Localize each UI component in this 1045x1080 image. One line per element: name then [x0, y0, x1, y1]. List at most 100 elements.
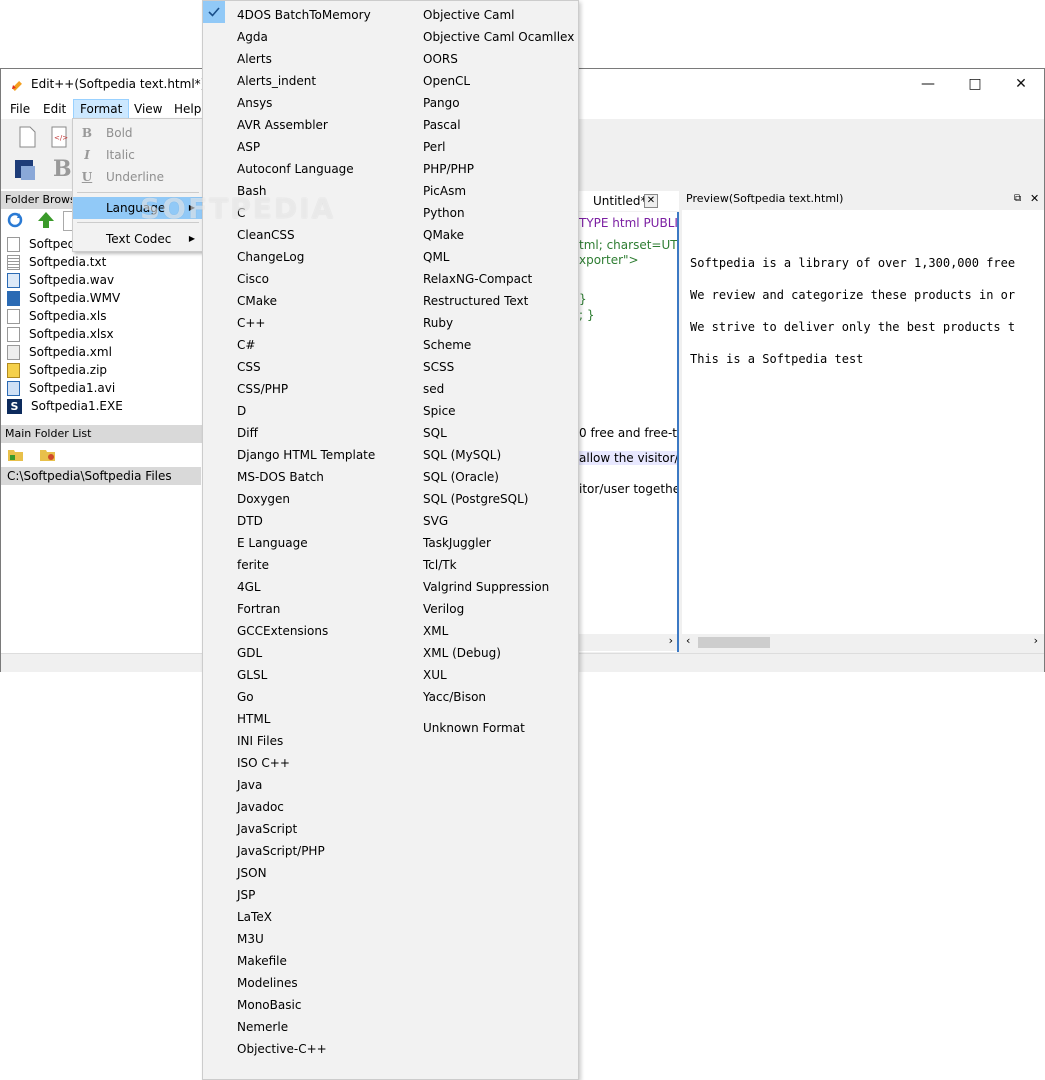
- file-row[interactable]: Softpedia.xml: [7, 343, 112, 361]
- lang-item-pango[interactable]: Pango: [423, 92, 460, 114]
- lang-item-asp[interactable]: ASP: [237, 136, 260, 158]
- lang-item-javascript-php[interactable]: JavaScript/PHP: [237, 840, 325, 862]
- lang-item-alerts[interactable]: Alerts: [237, 48, 272, 70]
- lang-item-latex[interactable]: LaTeX: [237, 906, 272, 928]
- lang-item-dtd[interactable]: DTD: [237, 510, 263, 532]
- lang-item-xml-debug-[interactable]: XML (Debug): [423, 642, 501, 664]
- lang-item-ansys[interactable]: Ansys: [237, 92, 272, 114]
- lang-item-cmake[interactable]: CMake: [237, 290, 277, 312]
- lang-item-verilog[interactable]: Verilog: [423, 598, 464, 620]
- lang-item-4gl[interactable]: 4GL: [237, 576, 261, 598]
- lang-item-css[interactable]: CSS: [237, 356, 261, 378]
- close-panel-icon[interactable]: ✕: [1030, 189, 1039, 209]
- lang-item-fortran[interactable]: Fortran: [237, 598, 280, 620]
- file-row[interactable]: Softpedia.xlsx: [7, 325, 114, 343]
- lang-item-scheme[interactable]: Scheme: [423, 334, 471, 356]
- scroll-thumb[interactable]: [698, 637, 770, 648]
- lang-item-e-language[interactable]: E Language: [237, 532, 308, 554]
- lang-item-json[interactable]: JSON: [237, 862, 267, 884]
- lang-item-qmake[interactable]: QMake: [423, 224, 464, 246]
- lang-item-php-php[interactable]: PHP/PHP: [423, 158, 474, 180]
- up-arrow-icon[interactable]: [37, 211, 55, 229]
- minimize-button[interactable]: —: [905, 69, 951, 99]
- menu-item-bold[interactable]: B Bold: [73, 122, 203, 144]
- scroll-left-icon[interactable]: ‹: [686, 634, 690, 647]
- new-file-icon[interactable]: [15, 125, 39, 149]
- lang-item-glsl[interactable]: GLSL: [237, 664, 267, 686]
- close-button[interactable]: ✕: [998, 69, 1044, 99]
- file-row[interactable]: Softpedia.txt: [7, 253, 106, 271]
- file-row[interactable]: S Softpedia1.EXE: [7, 397, 123, 415]
- file-row[interactable]: Softpedia.wav: [7, 271, 114, 289]
- lang-item-jsp[interactable]: JSP: [237, 884, 255, 906]
- lang-item-python[interactable]: Python: [423, 202, 465, 224]
- lang-item-scss[interactable]: SCSS: [423, 356, 454, 378]
- lang-item-sql-mysql-[interactable]: SQL (MySQL): [423, 444, 501, 466]
- lang-item-agda[interactable]: Agda: [237, 26, 268, 48]
- lang-item-diff[interactable]: Diff: [237, 422, 258, 444]
- html-file-icon[interactable]: </>: [47, 125, 71, 149]
- menu-view[interactable]: View: [128, 99, 168, 119]
- lang-item-django-html-template[interactable]: Django HTML Template: [237, 444, 375, 466]
- lang-item-objective-caml[interactable]: Objective Caml: [423, 4, 514, 26]
- lang-item-autoconf-language[interactable]: Autoconf Language: [237, 158, 354, 180]
- file-row[interactable]: Softpedia.WMV: [7, 289, 120, 307]
- lang-item-iso-c-[interactable]: ISO C++: [237, 752, 290, 774]
- lang-item-4dos-batchtomemory[interactable]: 4DOS BatchToMemory: [237, 4, 371, 26]
- menu-format[interactable]: Format: [73, 99, 130, 119]
- bold-toolbar-icon[interactable]: B: [53, 156, 72, 182]
- lang-item-java[interactable]: Java: [237, 774, 262, 796]
- lang-item-gdl[interactable]: GDL: [237, 642, 262, 664]
- lang-item-d[interactable]: D: [237, 400, 246, 422]
- lang-item-javadoc[interactable]: Javadoc: [237, 796, 284, 818]
- lang-item-makefile[interactable]: Makefile: [237, 950, 287, 972]
- lang-item-oors[interactable]: OORS: [423, 48, 458, 70]
- lang-item-cisco[interactable]: Cisco: [237, 268, 269, 290]
- lang-item-objective-caml-ocamllex[interactable]: Objective Caml Ocamllex: [423, 26, 574, 48]
- file-row[interactable]: Softpedia.zip: [7, 361, 107, 379]
- scroll-right-icon[interactable]: ›: [1034, 634, 1038, 647]
- maximize-button[interactable]: □: [952, 69, 998, 99]
- lang-item-valgrind-suppression[interactable]: Valgrind Suppression: [423, 576, 549, 598]
- lang-item-unknown-format[interactable]: Unknown Format: [423, 717, 525, 739]
- refresh-icon[interactable]: [7, 212, 23, 228]
- restore-panel-icon[interactable]: ⧉: [1014, 189, 1021, 209]
- lang-item-tcl-tk[interactable]: Tcl/Tk: [423, 554, 457, 576]
- lang-item-xul[interactable]: XUL: [423, 664, 447, 686]
- lang-item-qml[interactable]: QML: [423, 246, 449, 268]
- lang-item-objective-c-[interactable]: Objective-C++: [237, 1038, 327, 1060]
- lang-item-doxygen[interactable]: Doxygen: [237, 488, 290, 510]
- lang-item-perl[interactable]: Perl: [423, 136, 445, 158]
- color-icon[interactable]: [13, 158, 37, 182]
- folder-path[interactable]: C:\Softpedia\Softpedia Files: [1, 467, 201, 485]
- lang-item-restructured-text[interactable]: Restructured Text: [423, 290, 528, 312]
- lang-item-svg[interactable]: SVG: [423, 510, 448, 532]
- menu-item-underline[interactable]: U Underline: [73, 166, 203, 188]
- menu-file[interactable]: File: [4, 99, 36, 119]
- file-row[interactable]: Softpedia.xls: [7, 307, 106, 325]
- menu-item-italic[interactable]: I Italic: [73, 144, 203, 166]
- lang-item-c-[interactable]: C#: [237, 334, 255, 356]
- delete-folder-icon[interactable]: [39, 446, 57, 462]
- preview-scrollbar[interactable]: ‹ ›: [682, 634, 1044, 651]
- lang-item-sql-oracle-[interactable]: SQL (Oracle): [423, 466, 499, 488]
- lang-item-ferite[interactable]: ferite: [237, 554, 269, 576]
- lang-item-css-php[interactable]: CSS/PHP: [237, 378, 288, 400]
- lang-item-opencl[interactable]: OpenCL: [423, 70, 470, 92]
- lang-item-m3u[interactable]: M3U: [237, 928, 264, 950]
- code-editor[interactable]: TYPE html PUBLIC tml; charset=UTF xporte…: [579, 212, 679, 652]
- menu-item-text-codec[interactable]: Text Codec ▶: [73, 228, 203, 250]
- lang-item-sed[interactable]: sed: [423, 378, 444, 400]
- lang-item-picasm[interactable]: PicAsm: [423, 180, 466, 202]
- editor-scrollbar[interactable]: ›: [579, 634, 677, 651]
- lang-item-relaxng-compact[interactable]: RelaxNG-Compact: [423, 268, 532, 290]
- lang-item-monobasic[interactable]: MonoBasic: [237, 994, 301, 1016]
- file-row[interactable]: Softpedia1.avi: [7, 379, 115, 397]
- lang-item-gccextensions[interactable]: GCCExtensions: [237, 620, 328, 642]
- lang-item-changelog[interactable]: ChangeLog: [237, 246, 304, 268]
- lang-item-taskjuggler[interactable]: TaskJuggler: [423, 532, 491, 554]
- lang-item-c-[interactable]: C++: [237, 312, 266, 334]
- scroll-right-icon[interactable]: ›: [669, 634, 673, 647]
- lang-item-go[interactable]: Go: [237, 686, 254, 708]
- lang-item-nemerle[interactable]: Nemerle: [237, 1016, 288, 1038]
